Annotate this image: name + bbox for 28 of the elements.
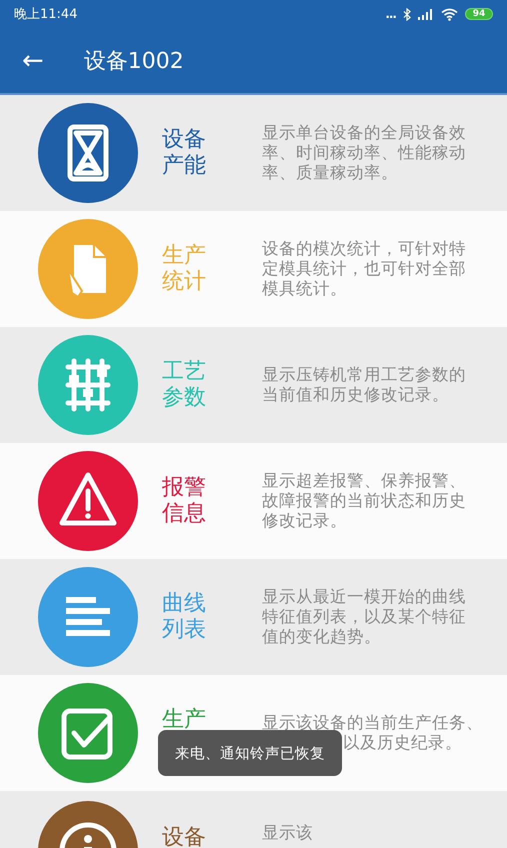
feature-row[interactable]: 设备产能 显示单台设备的全局设备效率、时间稼动率、性能稼动率、质量稼动率。 <box>0 95 507 211</box>
page-title: 设备1002 <box>84 48 184 76</box>
feature-row[interactable]: 设备 显示该 <box>0 791 507 848</box>
toast-message: 来电、通知铃声已恢复 <box>158 730 342 776</box>
signal-icon <box>418 8 434 20</box>
feature-description: 显示单台设备的全局设备效率、时间稼动率、性能稼动率、质量稼动率。 <box>262 123 467 183</box>
feature-description: 显示超差报警、保养报警、故障报警的当前状态和历史修改记录。 <box>262 471 467 531</box>
feature-description: 设备的模次统计，可针对特定模具统计，也可针对全部模具统计。 <box>262 239 467 299</box>
feature-description: 显示该 <box>262 823 314 843</box>
clock-time: 晚上11:44 <box>14 6 78 23</box>
feature-row[interactable]: 曲线列表 显示从最近一模开始的曲线特征值列表，以及某个特征值的变化趋势。 <box>0 559 507 675</box>
feature-title: 设备产能 <box>162 127 206 179</box>
bluetooth-icon <box>403 8 411 20</box>
feature-title: 生产统计 <box>162 243 206 295</box>
feature-row[interactable]: 工艺参数 显示压铸机常用工艺参数的当前值和历史修改记录。 <box>0 327 507 443</box>
feature-description: 以及历史纪录。 <box>342 733 462 753</box>
feature-description: 显示该设备的当前生产任务、 <box>262 713 480 733</box>
feature-description: 显示从最近一模开始的曲线特征值列表，以及某个特征值的变化趋势。 <box>262 587 467 647</box>
wifi-icon <box>441 8 458 20</box>
feature-title: 曲线列表 <box>162 591 206 643</box>
feature-description: 显示压铸机常用工艺参数的当前值和历史修改记录。 <box>262 365 467 405</box>
feature-title: 工艺参数 <box>162 359 206 411</box>
feature-title: 报警信息 <box>162 475 206 527</box>
back-button[interactable]: ← <box>18 48 48 74</box>
battery-icon: 94 <box>465 8 493 20</box>
feature-title: 设备 <box>162 825 206 848</box>
more-icon: ... <box>385 7 396 21</box>
feature-title: 生产 <box>162 707 206 733</box>
